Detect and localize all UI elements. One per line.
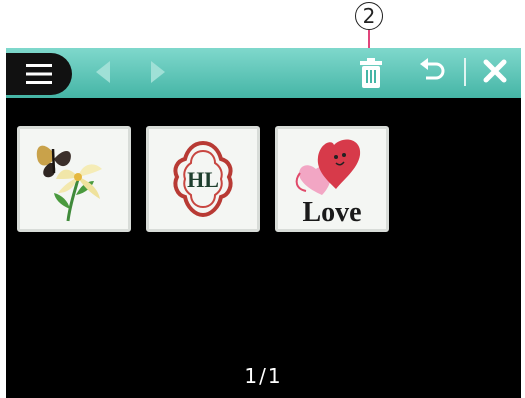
previous-button[interactable]: [96, 61, 110, 83]
callout-number: 2: [355, 2, 383, 30]
toolbar-divider: [464, 58, 466, 86]
butterfly-lily-image: [36, 145, 102, 222]
design-thumbnail-monogram[interactable]: HL: [146, 126, 260, 232]
love-text: Love: [302, 197, 361, 228]
undo-icon: [426, 62, 445, 80]
next-button[interactable]: [151, 61, 165, 83]
monogram-frame-image: HL: [173, 140, 233, 218]
undo-button[interactable]: [418, 58, 446, 86]
embroidery-screen: HL Love 1/1: [6, 48, 521, 398]
trash-icon: [360, 58, 382, 88]
love-heart-image: Love: [295, 139, 362, 228]
close-icon: [483, 59, 507, 83]
page-indicator: 1/1: [244, 364, 283, 388]
design-thumbnail-butterfly[interactable]: [17, 126, 131, 232]
delete-button[interactable]: [360, 58, 382, 88]
monogram-text: HL: [187, 167, 219, 192]
top-toolbar: [6, 48, 521, 98]
close-button[interactable]: [482, 58, 508, 84]
hamburger-icon: [26, 64, 52, 84]
design-thumbnail-love[interactable]: Love: [275, 126, 389, 232]
menu-button[interactable]: [6, 53, 72, 95]
